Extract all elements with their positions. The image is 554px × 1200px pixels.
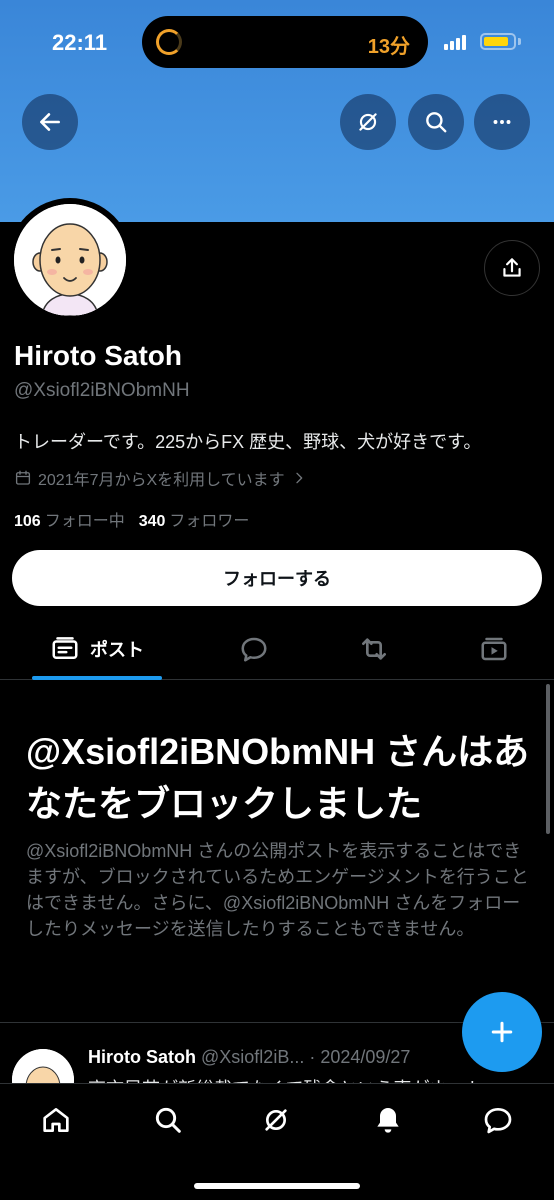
followers-count: 340 xyxy=(138,513,166,530)
reply-icon xyxy=(241,637,267,662)
grok-button[interactable] xyxy=(340,94,396,150)
follow-button[interactable]: フォローする xyxy=(12,550,542,606)
retweet-icon xyxy=(362,638,386,660)
scrollbar[interactable] xyxy=(546,684,550,834)
profile-tabs: ポスト xyxy=(0,620,554,680)
following-link[interactable]: 106 フォロー中 xyxy=(14,513,125,530)
signal-icon xyxy=(444,34,470,50)
nav-home[interactable] xyxy=(36,1100,76,1140)
tab-posts[interactable]: ポスト xyxy=(32,620,162,678)
profile-handle: @Xsiofl2iBNObmNH xyxy=(14,380,190,401)
share-icon xyxy=(503,258,521,277)
following-label: フォロー中 xyxy=(44,513,125,530)
no-grok-icon xyxy=(359,113,377,131)
nav-notifications[interactable] xyxy=(368,1100,408,1140)
joined-text: 2021年7月からXを利用しています xyxy=(38,472,285,489)
dynamic-island: 13分 xyxy=(142,16,428,68)
back-arrow-icon xyxy=(40,113,60,131)
island-activity-text: 13分 xyxy=(367,36,410,58)
nav-grok[interactable] xyxy=(256,1100,296,1140)
active-tab-indicator xyxy=(32,676,162,680)
profile-name: Hiroto Satoh xyxy=(14,340,182,371)
calendar-icon xyxy=(15,470,31,485)
plus-icon xyxy=(491,1021,513,1043)
following-count: 106 xyxy=(14,513,41,530)
media-icon xyxy=(481,637,507,661)
status-time: 22:11 xyxy=(52,30,108,55)
tab-media[interactable] xyxy=(462,620,526,678)
tab-posts-label: ポスト xyxy=(90,640,144,660)
post-text: 高市早苗が新総裁でなくて残念という声がネット xyxy=(88,1075,483,1083)
tab-replies[interactable] xyxy=(222,620,286,678)
grok-icon xyxy=(265,1109,287,1131)
timer-ring-icon xyxy=(156,29,182,55)
post-avatar[interactable] xyxy=(12,1049,74,1083)
messages-icon xyxy=(484,1108,512,1134)
more-button[interactable] xyxy=(474,94,530,150)
home-indicator[interactable] xyxy=(194,1183,360,1189)
share-button[interactable] xyxy=(484,240,540,296)
chevron-right-icon xyxy=(296,472,303,484)
post-author: Hiroto Satoh xyxy=(88,1047,196,1067)
nav-search[interactable] xyxy=(148,1100,188,1140)
blocked-description: @Xsiofl2iBNObmNH さんの公開ポストを表示することはできますが、ブ… xyxy=(26,841,529,940)
search-icon xyxy=(426,112,447,133)
avatar-image xyxy=(14,204,126,316)
joined-date[interactable]: 2021年7月からXを利用しています xyxy=(14,466,307,490)
search-button[interactable] xyxy=(408,94,464,150)
followers-link[interactable]: 340 フォロワー xyxy=(139,513,250,530)
notifications-icon xyxy=(377,1108,399,1133)
more-icon xyxy=(493,120,511,124)
follow-stats: 106 フォロー中 340 フォロワー xyxy=(14,507,249,531)
followers-label: フォロワー xyxy=(169,513,250,530)
back-button[interactable] xyxy=(22,94,78,150)
tab-reposts[interactable] xyxy=(342,620,406,678)
blocked-title: @Xsiofl2iBNObmNH さんはあなたをブロックしました xyxy=(26,731,530,825)
status-bar: 22:11 13分 xyxy=(0,0,554,86)
search-icon xyxy=(155,1107,181,1133)
post-handle-date: @Xsiofl2iB... · 2024/09/27 xyxy=(201,1047,411,1067)
profile-bio: トレーダーです。225からFX 歴史、野球、犬が好きです。 xyxy=(14,432,482,452)
profile-avatar[interactable] xyxy=(8,198,132,322)
battery-icon xyxy=(480,33,516,50)
home-icon xyxy=(43,1108,69,1132)
nav-messages[interactable] xyxy=(478,1100,518,1140)
posts-icon xyxy=(52,637,78,659)
compose-button[interactable] xyxy=(462,992,542,1072)
post-header: Hiroto Satoh @Xsiofl2iB... · 2024/09/27 xyxy=(88,1047,410,1068)
